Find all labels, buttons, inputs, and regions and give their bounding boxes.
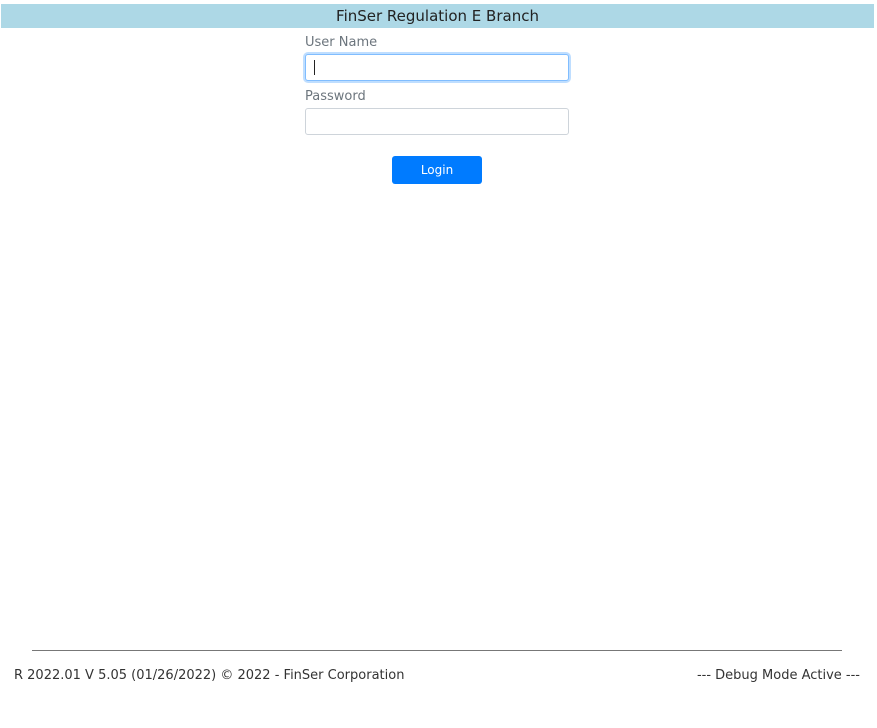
login-button[interactable]: Login [392,156,482,184]
text-caret [314,60,315,75]
username-input[interactable] [305,54,569,81]
login-page: FinSer Regulation E Branch User Name Pas… [0,0,877,728]
page-title: FinSer Regulation E Branch [1,4,874,28]
debug-mode-indicator: --- Debug Mode Active --- [696,668,860,683]
version-info: R 2022.01 V 5.05 (01/26/2022) © 2022 - F… [14,668,405,683]
password-input[interactable] [305,108,569,135]
login-form: User Name Password [305,34,569,135]
password-field-wrapper [305,108,569,135]
username-field-wrapper [305,54,569,81]
password-label: Password [305,89,366,104]
footer-divider [32,650,842,651]
username-label: User Name [305,35,378,50]
